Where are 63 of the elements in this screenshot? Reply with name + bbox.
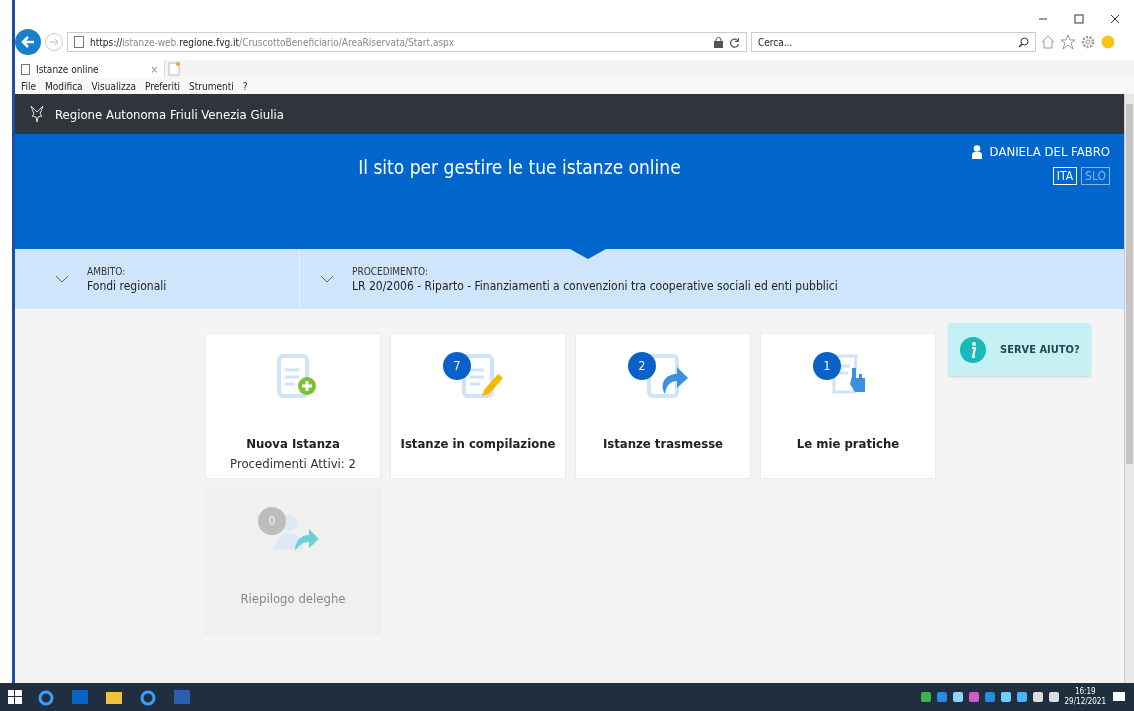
page-icon: [74, 36, 84, 48]
search-field[interactable]: Cerca...: [751, 32, 1036, 52]
tile-title: Riepilogo deleghe: [240, 591, 346, 606]
address-field[interactable]: https://istanze-web.regione.fvg.it/CruscottoBeneficiario/AreaRiservata/Start.aspx: [67, 32, 747, 52]
tile-title: Le mie pratiche: [796, 436, 900, 451]
arrow-right-icon: [49, 37, 59, 47]
tray-icon[interactable]: [1032, 692, 1043, 702]
lock-icon: [714, 36, 723, 48]
breadcrumb-value: LR 20/2006 - Riparto - Finanziamenti a convenzioni tra cooperative sociali ed enti pubblici: [352, 278, 838, 293]
tile-title: Istanze trasmesse: [602, 436, 724, 451]
tray-icon[interactable]: [920, 692, 931, 702]
menu-item[interactable]: Modifica: [45, 80, 83, 92]
tile-subtitle: Procedimenti Attivi: 2: [230, 456, 356, 471]
count-badge: 2: [628, 352, 656, 380]
user-name[interactable]: DANIELA DEL FABRO: [989, 144, 1110, 159]
clock-time: 16:19: [1073, 687, 1097, 697]
tile-title: Nuova Istanza: [246, 436, 340, 451]
menu-item[interactable]: Strumenti: [189, 80, 234, 92]
breadcrumb-label: PROCEDIMENTO:: [352, 265, 429, 277]
refresh-icon[interactable]: [729, 36, 740, 48]
search-icon: [1018, 36, 1029, 48]
page-icon: [21, 63, 30, 75]
url-text: https://istanze-web.regione.fvg.it/CruscottoBeneficiario/AreaRiservata/Start.aspx: [90, 36, 456, 48]
menu-item[interactable]: Preferiti: [144, 80, 181, 92]
tray-icon[interactable]: [1048, 692, 1059, 702]
eagle-logo-icon: [29, 104, 45, 124]
dashboard-tile[interactable]: Nuova Istanza Procedimenti Attivi: 2: [205, 333, 381, 479]
info-icon: [960, 336, 986, 363]
chevron-down-icon[interactable]: [320, 275, 334, 283]
count-badge: 1: [813, 352, 841, 380]
dashboard-tile[interactable]: 2 Istanze trasmesse: [575, 333, 751, 479]
count-badge: 7: [443, 352, 471, 380]
breadcrumb-value: Fondi regionali: [87, 278, 167, 293]
scrollbar-thumb[interactable]: [1126, 104, 1133, 464]
organization-name: Regione Autonoma Friuli Venezia Giulia: [55, 106, 284, 122]
star-icon[interactable]: [1060, 34, 1076, 50]
tab-title: Istanze online: [36, 63, 100, 75]
language-toggle[interactable]: ITA: [1052, 167, 1078, 185]
banner-title: Il sito per gestire le tue istanze online: [358, 156, 681, 178]
breadcrumb-label: AMBITO:: [87, 265, 127, 277]
tray-icon[interactable]: [952, 692, 963, 702]
tab-close-button[interactable]: ×: [150, 63, 158, 75]
windows-start-icon[interactable]: [8, 690, 22, 704]
menu-item[interactable]: ?: [242, 80, 248, 92]
back-button[interactable]: [15, 29, 41, 55]
dashboard-tile[interactable]: 7 Istanze in compilazione: [390, 333, 566, 479]
help-button[interactable]: SERVE AIUTO?: [948, 323, 1091, 376]
menu-item[interactable]: Visualizza: [91, 80, 136, 92]
close-button[interactable]: [1110, 14, 1120, 24]
tray-icon[interactable]: [1000, 692, 1011, 702]
home-icon[interactable]: [1040, 34, 1056, 50]
notification-icon[interactable]: [1112, 690, 1126, 704]
chevron-down-icon[interactable]: [55, 275, 69, 283]
settings-icon[interactable]: [1080, 34, 1096, 50]
tray-icon[interactable]: [1016, 692, 1027, 702]
dashboard-tile[interactable]: 1 Le mie pratiche: [760, 333, 936, 479]
user-icon: [971, 144, 982, 159]
tile-title: Istanze in compilazione: [400, 436, 556, 451]
browser-tab[interactable]: Istanze online ×: [15, 60, 165, 78]
arrow-left-icon: [21, 35, 35, 49]
clock-date: 29/12/2021: [1064, 697, 1106, 707]
menu-item[interactable]: File: [21, 80, 36, 92]
maximize-button[interactable]: [1074, 14, 1084, 24]
